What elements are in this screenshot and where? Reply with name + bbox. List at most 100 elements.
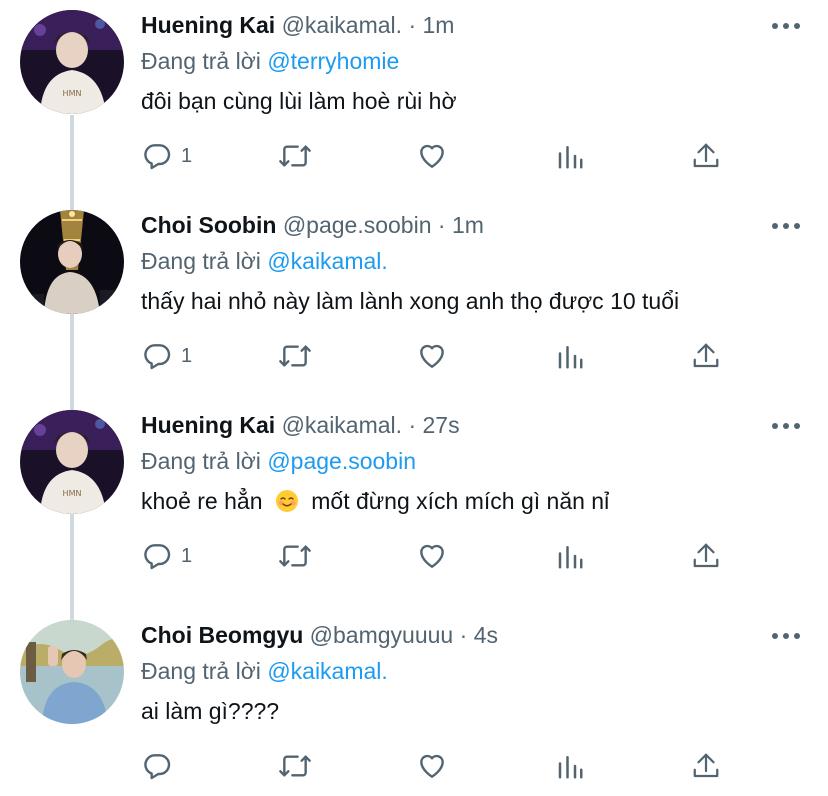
smiling-face-emoji-icon bbox=[275, 489, 299, 513]
timestamp[interactable]: 27s bbox=[423, 412, 460, 438]
display-name[interactable]: Huening Kai bbox=[141, 12, 275, 38]
tweet-header: Choi Soobin @page.soobin · 1m bbox=[141, 210, 484, 240]
analytics-button[interactable] bbox=[555, 338, 585, 374]
more-options-icon[interactable] bbox=[770, 16, 802, 36]
like-button[interactable] bbox=[415, 538, 449, 574]
tweet[interactable]: Choi Soobin @page.soobin · 1m Đang trả l… bbox=[0, 210, 828, 400]
svg-text:HMN: HMN bbox=[63, 89, 82, 98]
reply-button[interactable]: 1 bbox=[141, 338, 192, 374]
reply-button[interactable]: 1 bbox=[141, 138, 192, 174]
reply-mention-link[interactable]: @kaikamal. bbox=[267, 248, 388, 274]
reply-button[interactable]: 1 bbox=[141, 538, 192, 574]
like-button[interactable] bbox=[415, 138, 449, 174]
like-icon bbox=[415, 750, 449, 782]
analytics-icon bbox=[555, 140, 585, 172]
like-button[interactable] bbox=[415, 338, 449, 374]
display-name[interactable]: Huening Kai bbox=[141, 412, 275, 438]
separator-dot: · bbox=[408, 412, 417, 438]
tweet-text: thấy hai nhỏ này làm lành xong anh thọ đ… bbox=[141, 288, 680, 314]
retweet-button[interactable] bbox=[277, 338, 313, 374]
retweet-icon bbox=[277, 140, 313, 172]
replying-to-label: Đang trả lời bbox=[141, 658, 261, 684]
share-icon bbox=[691, 340, 721, 372]
action-bar: 1 bbox=[141, 338, 801, 374]
svg-text:HMN: HMN bbox=[63, 489, 82, 498]
like-icon bbox=[415, 140, 449, 172]
reply-icon bbox=[141, 750, 173, 782]
share-button[interactable] bbox=[691, 538, 721, 574]
reply-icon bbox=[141, 140, 173, 172]
share-icon bbox=[691, 540, 721, 572]
reply-count: 1 bbox=[181, 344, 193, 367]
reply-count: 1 bbox=[181, 144, 193, 167]
display-name[interactable]: Choi Beomgyu bbox=[141, 622, 303, 648]
share-button[interactable] bbox=[691, 338, 721, 374]
replying-to-label: Đang trả lời bbox=[141, 448, 261, 474]
reply-mention-link[interactable]: @kaikamal. bbox=[267, 658, 388, 684]
share-icon bbox=[691, 750, 721, 782]
user-handle[interactable]: @kaikamal. bbox=[282, 412, 403, 438]
separator-dot: · bbox=[459, 622, 468, 648]
share-button[interactable] bbox=[691, 138, 721, 174]
like-icon bbox=[415, 340, 449, 372]
retweet-icon bbox=[277, 340, 313, 372]
tweet-header: Choi Beomgyu @bamgyuuuu · 4s bbox=[141, 620, 498, 650]
like-icon bbox=[415, 540, 449, 572]
user-handle[interactable]: @bamgyuuuu bbox=[310, 622, 454, 648]
avatar[interactable]: HMN bbox=[20, 410, 124, 514]
more-options-icon[interactable] bbox=[770, 626, 802, 646]
action-bar: 1 bbox=[141, 538, 801, 574]
avatar[interactable]: HMN bbox=[20, 10, 124, 114]
tweet[interactable]: HMN Huening Kai @kaikamal. · 27s Đang tr… bbox=[0, 410, 828, 600]
replying-to: Đang trả lời @kaikamal. bbox=[141, 246, 388, 276]
tweet-text-part: mốt đừng xích mích gì năn nỉ bbox=[311, 488, 610, 514]
tweet[interactable]: Choi Beomgyu @bamgyuuuu · 4s Đang trả lờ… bbox=[0, 620, 828, 796]
display-name[interactable]: Choi Soobin bbox=[141, 212, 276, 238]
retweet-button[interactable] bbox=[277, 748, 313, 784]
retweet-button[interactable] bbox=[277, 138, 313, 174]
reply-mention-link[interactable]: @terryhomie bbox=[267, 48, 399, 74]
retweet-button[interactable] bbox=[277, 538, 313, 574]
tweet-text: khoẻ re hẳn mốt đừng xích mích gì năn nỉ bbox=[141, 486, 609, 516]
replying-to: Đang trả lời @page.soobin bbox=[141, 446, 416, 476]
more-options-icon[interactable] bbox=[770, 416, 802, 436]
timestamp[interactable]: 4s bbox=[474, 622, 498, 648]
tweet-text-part: khoẻ re hẳn bbox=[141, 488, 263, 514]
retweet-icon bbox=[277, 750, 313, 782]
timestamp[interactable]: 1m bbox=[452, 212, 484, 238]
tweet[interactable]: HMN Huening Kai @kaikamal. · 1m Đang trả… bbox=[0, 10, 828, 200]
replying-to-label: Đang trả lời bbox=[141, 48, 261, 74]
analytics-button[interactable] bbox=[555, 538, 585, 574]
separator-dot: · bbox=[408, 12, 417, 38]
analytics-icon bbox=[555, 540, 585, 572]
reply-button[interactable] bbox=[141, 748, 181, 784]
retweet-icon bbox=[277, 540, 313, 572]
user-handle[interactable]: @page.soobin bbox=[283, 212, 432, 238]
tweet-header: Huening Kai @kaikamal. · 27s bbox=[141, 410, 460, 440]
reply-count: 1 bbox=[181, 544, 193, 567]
separator-dot: · bbox=[437, 212, 446, 238]
analytics-icon bbox=[555, 750, 585, 782]
tweet-header: Huening Kai @kaikamal. · 1m bbox=[141, 10, 454, 40]
action-bar bbox=[141, 748, 801, 784]
timestamp[interactable]: 1m bbox=[423, 12, 455, 38]
analytics-button[interactable] bbox=[555, 748, 585, 784]
analytics-button[interactable] bbox=[555, 138, 585, 174]
user-handle[interactable]: @kaikamal. bbox=[282, 12, 403, 38]
more-options-icon[interactable] bbox=[770, 216, 802, 236]
action-bar: 1 bbox=[141, 138, 801, 174]
tweet-text: đôi bạn cùng lùi làm hoè rùi hờ bbox=[141, 88, 457, 114]
avatar[interactable] bbox=[20, 620, 124, 724]
replying-to: Đang trả lời @terryhomie bbox=[141, 46, 399, 76]
tweet-text: ai làm gì???? bbox=[141, 698, 280, 724]
reply-icon bbox=[141, 340, 173, 372]
like-button[interactable] bbox=[415, 748, 449, 784]
reply-mention-link[interactable]: @page.soobin bbox=[267, 448, 416, 474]
replying-to: Đang trả lời @kaikamal. bbox=[141, 656, 388, 686]
share-button[interactable] bbox=[691, 748, 721, 784]
reply-icon bbox=[141, 540, 173, 572]
share-icon bbox=[691, 140, 721, 172]
replying-to-label: Đang trả lời bbox=[141, 248, 261, 274]
analytics-icon bbox=[555, 340, 585, 372]
avatar[interactable] bbox=[20, 210, 124, 314]
